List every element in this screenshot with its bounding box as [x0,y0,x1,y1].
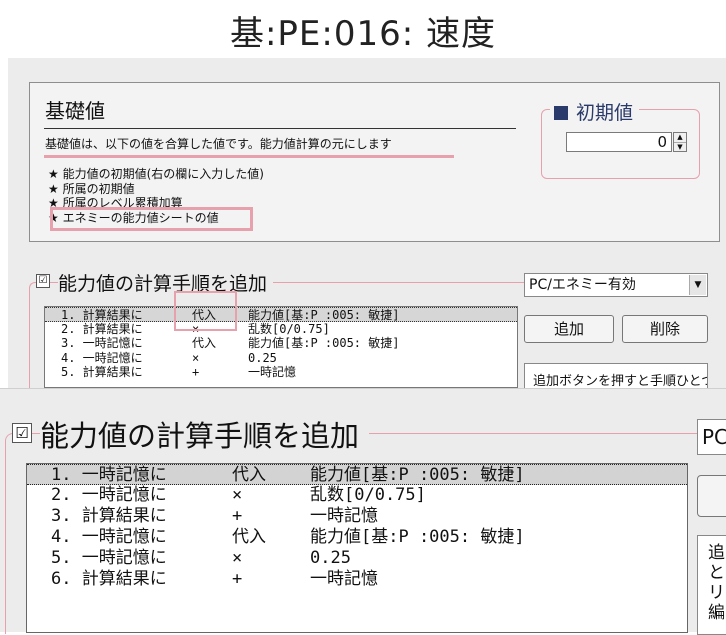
list-item[interactable]: 4. 一時記憶に × 0.25 [45,351,517,366]
step-op: 代入 [232,465,266,485]
calc-steps-list[interactable]: 1. 計算結果に 代入 能力値[基:P :005: 敏捷] 2. 計算結果に × 乱数[… [44,306,518,388]
list-item[interactable]: 2. 一時記憶に × 乱数[0/0.75] [27,485,687,506]
step-target: 4. 一時記憶に [51,527,167,547]
list-item[interactable]: 4. 一時記憶に 代入 能力値[基:P :005: 敏捷] [27,527,687,548]
zoomed-steps-list[interactable]: 1. 一時記憶に 代入 能力値[基:P :005: 敏捷] 2. 一時記憶に × 乱数[… [26,463,688,633]
window-header: 基:PE:016: 速度 [0,0,726,58]
list-item[interactable]: 5. 計算結果に + 一時記憶 [45,365,517,380]
base-item: ★ 能力値の初期値(右の欄に入力した値) [48,167,264,181]
step-value: 一時記憶 [310,506,378,526]
step-value: 能力値[基:P :005: 敏捷] [310,465,525,485]
initial-value-group: 初期値 0 ▲ ▼ [541,98,700,179]
target-select-value: PC/エネミー有効 [529,277,636,293]
step-value: 能力値[基:P :005: 敏捷] [248,336,400,350]
list-item[interactable]: 3. 計算結果に + 一時記憶 [27,506,687,527]
zoomed-target-select[interactable]: PC [697,419,726,455]
step-value: 0.25 [310,548,351,568]
step-target: 3. 一時記憶に [61,336,143,350]
calc-section: ☑ 能力値の計算手順を追加 PC/エネミー有効 ▼ 追加 削除 追加ボタンを押す… [0,262,726,393]
step-target: 1. 一時記憶に [51,465,167,485]
description-highlight [44,155,454,158]
target-select[interactable]: PC/エネミー有効 ▼ [524,273,708,297]
list-item[interactable]: 5. 一時記憶に × 0.25 [27,548,687,569]
step-op: × [232,548,243,568]
base-item: ★ 所属の初期値 [48,181,135,196]
step-target: 2. 計算結果に [61,321,143,336]
window-title: 基:PE:016: 速度 [229,14,497,54]
zoomed-hint-text: 追 と リ 編 [697,535,726,635]
calc-title: 能力値の計算手順を追加 [58,269,274,296]
zoomed-calc-section: ☑ 能力値の計算手順を追加 PC 追 と リ 編 1. 一時記憶に 代入 能力値[基… [0,388,726,635]
step-target: 3. 計算結果に [51,506,167,526]
step-target: 6. 計算結果に [51,569,167,589]
list-item[interactable]: 3. 一時記憶に 代入 能力値[基:P :005: 敏捷] [45,336,517,351]
zoomed-title: 能力値の計算手順を追加 [40,413,370,455]
title-underline [44,128,516,129]
step-op: 代入 [232,527,266,547]
base-description: 基礎値は、以下の値を合算した値です。能力値計算の元にします [45,137,392,151]
step-value: 乱数[0/0.75] [310,485,426,505]
step-value: 乱数[0/0.75] [248,321,330,336]
step-value: 一時記憶 [248,365,297,379]
step-value: 能力値[基:P :005: 敏捷] [310,527,525,547]
square-icon [554,106,568,120]
calc-enable-checkbox[interactable]: ☑ [36,274,50,288]
step-target: 4. 一時記憶に [61,350,143,365]
base-value-box: 基礎値 基礎値は、以下の値を合算した値です。能力値計算の元にします ★ 能力値の… [29,82,720,242]
spin-down-icon[interactable]: ▼ [674,143,686,152]
step-op: × [192,350,200,365]
zoomed-add-button[interactable] [697,475,726,517]
zoomed-enable-checkbox[interactable]: ☑ [12,423,32,443]
step-value: 一時記憶 [310,569,378,589]
step-value: 0.25 [248,350,277,365]
base-title: 基礎値 [45,99,105,123]
initial-value-spinner[interactable]: ▲ ▼ [673,132,687,152]
initial-value-label: 初期値 [576,102,634,124]
add-button[interactable]: 追加 [524,315,614,343]
step-target: 5. 計算結果に [61,365,143,379]
step-target: 1. 計算結果に [61,308,143,322]
list-item[interactable]: 6. 計算結果に + 一時記憶 [27,569,687,590]
enemy-sheet-highlight [50,207,253,231]
initial-value-input[interactable]: 0 [566,132,672,152]
step-op: + [232,506,243,526]
step-target: 5. 一時記憶に [51,548,167,568]
spin-up-icon[interactable]: ▲ [674,133,686,143]
list-item[interactable]: 1. 計算結果に 代入 能力値[基:P :005: 敏捷] [45,307,517,322]
initial-value-title: 初期値 [550,98,640,125]
step-op: 代入 [192,336,217,350]
step-op: × [232,485,243,505]
step-target: 2. 一時記憶に [51,485,167,505]
step-op: + [232,569,243,589]
chevron-down-icon[interactable]: ▼ [689,275,706,295]
list-item[interactable]: 1. 一時記憶に 代入 能力値[基:P :005: 敏捷] [27,464,687,485]
delete-button[interactable]: 削除 [622,315,708,343]
operator-highlight [174,291,237,331]
list-item[interactable]: 2. 計算結果に × 乱数[0/0.75] [45,322,517,337]
step-op: + [192,365,200,379]
step-value: 能力値[基:P :005: 敏捷] [248,308,400,322]
